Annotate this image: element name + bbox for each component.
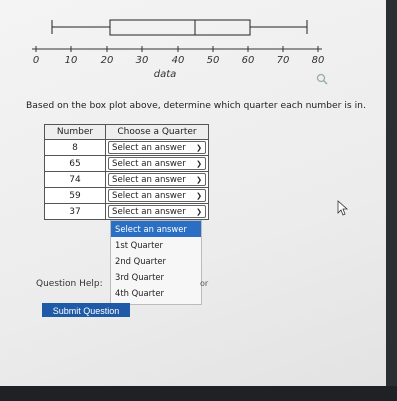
answer-table: Number Choose a Quarter 8 Select an answ… — [44, 124, 209, 220]
table-row: 37 Select an answer ❯ — [44, 203, 209, 220]
chevron-down-icon: ❯ — [196, 143, 202, 152]
question-help-trailing: or — [200, 279, 209, 288]
dropdown-option[interactable]: 2nd Quarter — [111, 253, 201, 269]
box-plot — [32, 19, 322, 52]
tick-label-10: 10 — [64, 55, 78, 66]
axis-label: data — [153, 69, 177, 80]
quarter-dropdown-list: Select an answer 1st Quarter 2nd Quarter… — [110, 220, 202, 305]
quarter-select[interactable]: Select an answer ❯ — [108, 173, 206, 186]
tick-label-20: 20 — [100, 55, 114, 66]
row-number: 65 — [44, 155, 106, 172]
quarter-select[interactable]: Select an answer ❯ — [108, 157, 206, 170]
column-header-number: Number — [44, 124, 106, 140]
quarter-select[interactable]: Select an answer ❯ — [108, 141, 206, 154]
select-value: Select an answer — [112, 142, 186, 153]
row-number: 37 — [44, 203, 106, 220]
table-row: 74 Select an answer ❯ — [44, 171, 209, 188]
submit-question-button[interactable]: Submit Question — [42, 303, 130, 317]
dropdown-option[interactable]: 4th Quarter — [111, 285, 201, 301]
mouse-pointer-icon — [337, 200, 349, 216]
dropdown-option[interactable]: 1st Quarter — [111, 237, 201, 253]
question-help-label: Question Help: — [36, 279, 103, 289]
question-text: Based on the box plot above, determine w… — [26, 100, 366, 111]
quarter-select[interactable]: Select an answer ❯ — [108, 205, 206, 218]
table-row: 65 Select an answer ❯ — [44, 155, 209, 172]
tick-label-70: 70 — [276, 55, 290, 66]
tick-label-50: 50 — [206, 55, 220, 66]
chevron-down-icon: ❯ — [196, 175, 202, 184]
iqr-box — [109, 19, 251, 36]
select-value: Select an answer — [112, 174, 186, 185]
magnifier-icon[interactable] — [316, 73, 328, 85]
dropdown-option[interactable]: 3rd Quarter — [111, 269, 201, 285]
table-row: 8 Select an answer ❯ — [44, 139, 209, 156]
chevron-down-icon: ❯ — [196, 191, 202, 200]
tick-label-60: 60 — [241, 55, 255, 66]
tick-label-80: 80 — [311, 55, 325, 66]
tick-label-30: 30 — [135, 55, 149, 66]
quarter-select[interactable]: Select an answer ❯ — [108, 189, 206, 202]
column-header-quarter: Choose a Quarter — [105, 124, 209, 140]
select-value: Select an answer — [112, 158, 186, 169]
monitor-bezel — [0, 386, 397, 401]
row-number: 59 — [44, 187, 106, 204]
row-number: 8 — [44, 139, 106, 156]
tick-label-0: 0 — [32, 55, 40, 66]
table-header-row: Number Choose a Quarter — [44, 124, 209, 140]
tick-label-40: 40 — [171, 55, 185, 66]
dropdown-option[interactable]: Select an answer — [111, 221, 201, 237]
chevron-down-icon: ❯ — [196, 159, 202, 168]
table-row: 59 Select an answer ❯ — [44, 187, 209, 204]
select-value: Select an answer — [112, 190, 186, 201]
row-number: 74 — [44, 171, 106, 188]
chevron-down-icon: ❯ — [196, 207, 202, 216]
select-value: Select an answer — [112, 206, 186, 217]
screen: 0 10 20 30 40 50 60 70 80 data Based on … — [0, 0, 386, 401]
